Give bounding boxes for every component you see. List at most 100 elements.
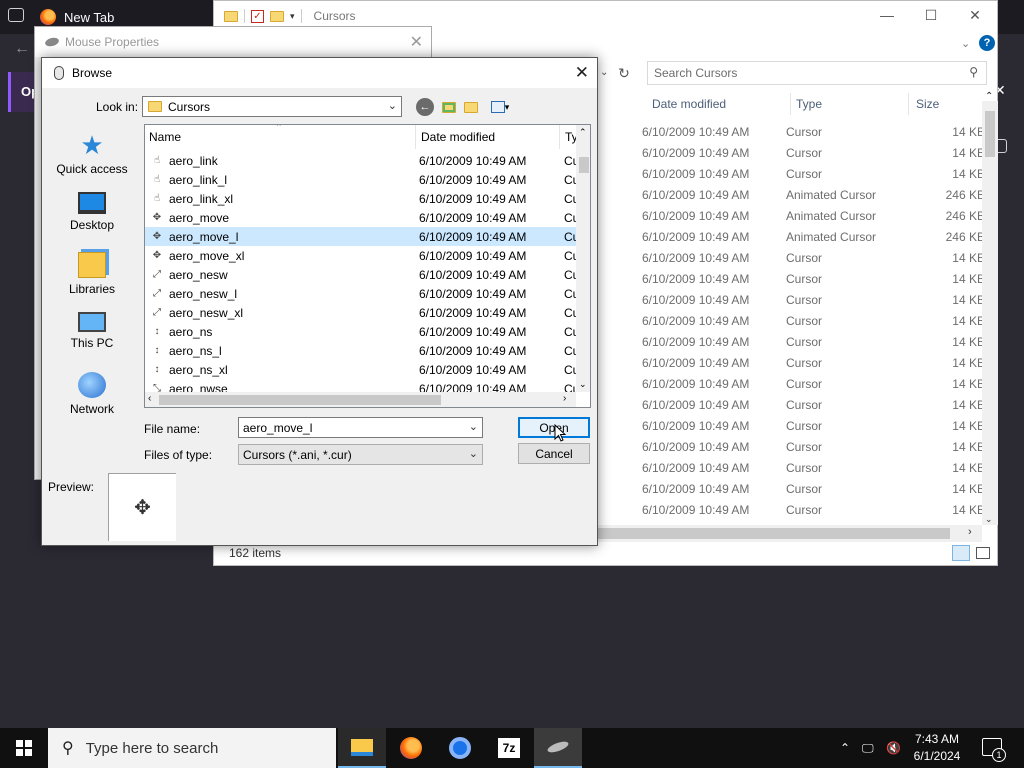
properties-check-icon[interactable]: ✓ [251, 9, 264, 23]
new-folder-icon[interactable] [270, 10, 284, 22]
table-row[interactable]: 6/10/2009 10:49 AM Cursor 14 KB [642, 437, 987, 458]
mouse-pointer-icon [554, 424, 567, 442]
search-box[interactable]: Search Cursors ⚲ [647, 61, 987, 85]
search-icon[interactable]: ⚲ [969, 65, 978, 79]
table-row[interactable]: 6/10/2009 10:49 AM Cursor 14 KB [642, 311, 987, 332]
maximize-button[interactable]: ☐ [916, 7, 946, 27]
table-row[interactable]: 6/10/2009 10:49 AM Cursor 14 KB [642, 395, 987, 416]
large-icons-view-icon[interactable] [976, 547, 990, 559]
table-row[interactable]: 6/10/2009 10:49 AM Cursor 14 KB [642, 374, 987, 395]
file-row[interactable]: ✥ aero_move_l 6/10/2009 10:49 AM Cu [145, 227, 576, 246]
file-row[interactable]: ⤢ aero_nesw 6/10/2009 10:49 AM Cu [145, 265, 576, 284]
column-size[interactable]: Size [916, 93, 939, 115]
close-button[interactable]: ✕ [960, 7, 990, 27]
expand-ribbon-icon[interactable]: ⌄ [961, 37, 970, 50]
new-folder-icon[interactable] [462, 98, 480, 116]
file-row[interactable]: ⤢ aero_nesw_l 6/10/2009 10:49 AM Cu [145, 284, 576, 303]
scroll-down-icon[interactable]: ⌄ [985, 514, 993, 525]
taskbar-mouse-properties[interactable] [534, 728, 582, 768]
explorer-vertical-scrollbar[interactable]: ⌄ [982, 101, 998, 525]
back-arrow-icon[interactable]: ← [14, 40, 30, 58]
column-type[interactable]: Type [796, 93, 822, 115]
cancel-button[interactable]: Cancel [518, 443, 590, 464]
column-name[interactable]: Name [149, 130, 181, 144]
table-row[interactable]: 6/10/2009 10:49 AM Cursor 14 KB [642, 458, 987, 479]
back-icon[interactable]: ← [416, 98, 434, 116]
start-button[interactable] [0, 728, 48, 768]
scroll-down-icon[interactable]: ⌄ [579, 379, 587, 390]
up-folder-icon[interactable] [440, 98, 458, 116]
place-libraries[interactable]: Libraries [45, 252, 139, 296]
place-desktop[interactable]: Desktop [45, 192, 139, 232]
taskbar-search-box[interactable]: ⚲ Type here to search [48, 728, 336, 768]
list-all-tabs-icon[interactable] [8, 8, 24, 22]
file-list-horizontal-scrollbar[interactable]: ‹ › [145, 392, 576, 407]
network-icon[interactable]: 🖵 [862, 728, 874, 768]
table-row[interactable]: 6/10/2009 10:49 AM Cursor 14 KB [642, 500, 987, 521]
column-divider[interactable] [559, 125, 560, 149]
scrollbar-thumb[interactable] [985, 111, 995, 157]
column-date-modified[interactable]: Date modified [421, 130, 495, 144]
file-row[interactable]: ⤢ aero_nesw_xl 6/10/2009 10:49 AM Cu [145, 303, 576, 322]
show-hidden-icons-icon[interactable]: ⌃ [840, 728, 850, 768]
file-row[interactable]: ↕ aero_ns 6/10/2009 10:49 AM Cu [145, 322, 577, 341]
seven-zip-icon: 7z [498, 738, 520, 758]
file-name-input[interactable]: aero_move_l ⌄ [238, 417, 483, 438]
table-row[interactable]: 6/10/2009 10:49 AM Cursor 14 KB [642, 143, 987, 164]
file-row[interactable]: ✥ aero_move_xl 6/10/2009 10:49 AM Cu [145, 246, 576, 265]
scrollbar-thumb[interactable] [159, 395, 441, 405]
system-clock[interactable]: 7:43 AM 6/1/2024 [904, 731, 970, 765]
table-row[interactable]: 6/10/2009 10:49 AM Animated Cursor 246 KB [642, 185, 987, 206]
table-row[interactable]: 6/10/2009 10:49 AM Cursor 14 KB [642, 290, 987, 311]
column-divider[interactable] [908, 93, 909, 115]
taskbar-firefox[interactable] [387, 728, 435, 768]
volume-muted-icon[interactable]: 🔇 [886, 728, 901, 768]
place-quick-access[interactable]: ★ Quick access [45, 132, 139, 176]
scroll-up-icon[interactable]: ⌃ [579, 127, 587, 138]
taskbar-7zip[interactable]: 7z [485, 728, 533, 768]
table-row[interactable]: 6/10/2009 10:49 AM Cursor 14 KB [642, 416, 987, 437]
details-view-icon[interactable] [952, 545, 970, 561]
file-list-vertical-scrollbar[interactable]: ⌃ ⌄ [576, 125, 590, 392]
table-row[interactable]: 6/10/2009 10:49 AM Animated Cursor 246 KB [642, 227, 987, 248]
close-icon[interactable]: ✕ [575, 63, 589, 83]
column-divider[interactable] [415, 125, 416, 149]
table-row[interactable]: 6/10/2009 10:49 AM Cursor 14 KB [642, 332, 987, 353]
scroll-right-icon[interactable]: › [563, 393, 566, 404]
view-menu-icon[interactable]: ▾ [486, 98, 514, 116]
folder-icon[interactable] [224, 10, 238, 22]
table-row[interactable]: 6/10/2009 10:49 AM Cursor 14 KB [642, 479, 987, 500]
scroll-right-icon[interactable]: › [968, 526, 972, 538]
place-this-pc[interactable]: This PC [45, 312, 139, 350]
table-row[interactable]: 6/10/2009 10:49 AM Cursor 14 KB [642, 248, 987, 269]
address-dropdown-icon[interactable]: ⌄ [600, 61, 614, 85]
browse-title: Browse [72, 66, 113, 80]
table-row[interactable]: 6/10/2009 10:49 AM Cursor 14 KB [642, 122, 987, 143]
taskbar-file-explorer[interactable] [338, 728, 386, 768]
close-icon[interactable]: ✕ [410, 32, 423, 52]
file-row[interactable]: ✥ aero_move 6/10/2009 10:49 AM Cu [145, 208, 576, 227]
place-network[interactable]: Network [45, 372, 139, 416]
file-list[interactable]: ⌃ Name Date modified Ty ☝ aero_link 6/10/2… [144, 124, 591, 408]
file-row[interactable]: ↕ aero_ns_xl 6/10/2009 10:49 AM Cu [145, 360, 577, 379]
taskbar-chrome[interactable] [436, 728, 484, 768]
help-icon[interactable]: ? [979, 35, 995, 51]
minimize-button[interactable]: — [872, 7, 902, 27]
table-row[interactable]: 6/10/2009 10:49 AM Cursor 14 KB [642, 164, 987, 185]
file-row[interactable]: ☝ aero_link_xl 6/10/2009 10:49 AM Cu [145, 189, 576, 208]
look-in-dropdown[interactable]: Cursors ⌄ [142, 96, 402, 117]
table-row[interactable]: 6/10/2009 10:49 AM Cursor 14 KB [642, 269, 987, 290]
table-row[interactable]: 6/10/2009 10:49 AM Animated Cursor 246 KB [642, 206, 987, 227]
column-divider[interactable] [790, 93, 791, 115]
chevron-down-icon[interactable]: ⌄ [469, 420, 478, 433]
scrollbar-thumb[interactable] [579, 157, 589, 173]
files-of-type-select[interactable]: Cursors (*.ani, *.cur) ⌄ [238, 444, 483, 465]
table-row[interactable]: 6/10/2009 10:49 AM Cursor 14 KB [642, 353, 987, 374]
file-row[interactable]: ☝ aero_link 6/10/2009 10:49 AM Cu [145, 151, 576, 170]
refresh-icon[interactable]: ↻ [614, 61, 634, 85]
file-row[interactable]: ↕ aero_ns_l 6/10/2009 10:49 AM Cu [145, 341, 577, 360]
customize-dropdown-icon[interactable]: ▾ [290, 11, 295, 22]
file-row[interactable]: ☝ aero_link_l 6/10/2009 10:49 AM Cu [145, 170, 576, 189]
column-date-modified[interactable]: Date modified [652, 93, 726, 115]
scroll-left-icon[interactable]: ‹ [148, 393, 151, 404]
